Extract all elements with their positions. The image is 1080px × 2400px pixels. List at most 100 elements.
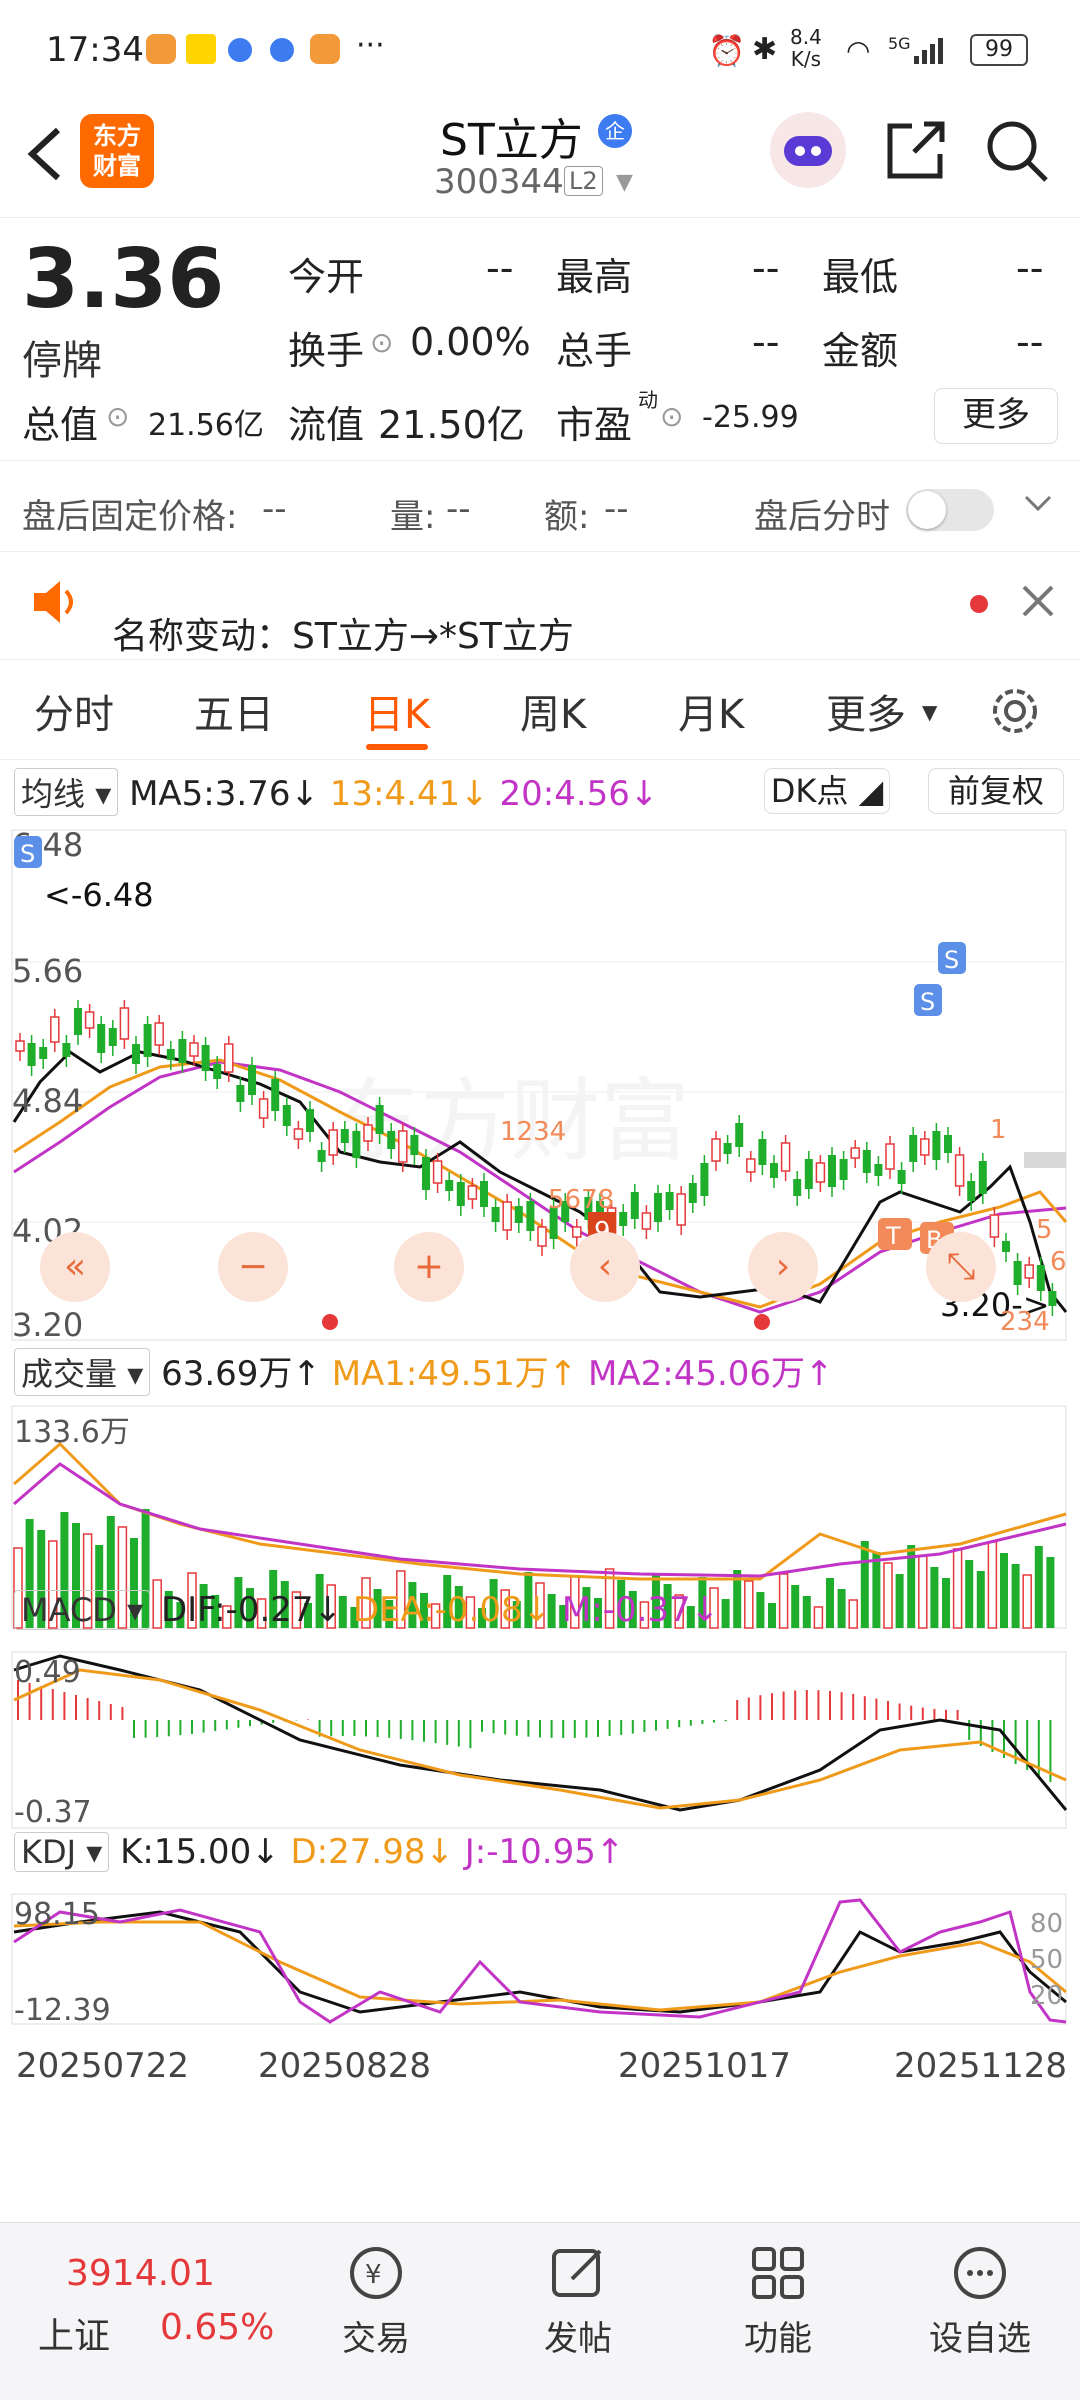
candle-body [166,1049,175,1060]
date-label: 20250722 [16,2046,190,2086]
macd-bar [51,1689,54,1720]
macd-chart[interactable]: 0.49 -0.37 [0,1650,1080,1830]
zoom-in-button[interactable]: + [394,1232,464,1302]
index-change[interactable]: 0.65% [160,2307,274,2348]
chevron-left-icon[interactable] [22,122,66,190]
dk-point-button[interactable]: DK点 ◢ [764,768,890,814]
app-logo: 东方 财富 [80,114,154,188]
fullscreen-button[interactable]: ⤡ [926,1232,996,1302]
candle-body [537,1226,547,1247]
tab-weekly-k[interactable]: 周K [520,682,586,740]
notice-text[interactable]: 名称变动：ST立方→*ST立方 [112,607,574,659]
event-dot [754,1314,770,1330]
sequence-marker: 5 [1036,1215,1053,1245]
index-value[interactable]: 3914.01 [66,2253,215,2294]
dropdown-icon[interactable]: ▼ [616,170,633,195]
candle-body [39,1047,48,1059]
candle-body [119,1007,130,1040]
macd-bar [341,1720,344,1737]
candle-body [735,1123,744,1147]
macd-bar [643,1720,646,1733]
kdj-d: D:27.98↓ [290,1832,454,1872]
candle-body [665,1192,674,1210]
share-icon[interactable] [884,118,948,186]
macd-bar [898,1703,901,1720]
info-icon[interactable]: ⊙ [370,326,393,359]
candle-body [909,1135,918,1162]
macd-bar [388,1720,391,1738]
macd-bar [794,1690,797,1720]
candle-body [293,1128,304,1140]
volume-bar [965,1560,974,1628]
more-button[interactable]: 更多 [934,388,1058,444]
volume-bar [756,1592,765,1628]
ai-assistant-icon[interactable] [770,112,846,188]
kdj-k: K:15.00↓ [120,1832,280,1872]
macd-select[interactable]: MACD ▾ [14,1590,151,1630]
zoom-out-button[interactable]: − [218,1232,288,1302]
candle-body [282,1105,291,1126]
turnover-label: 换手 [288,329,365,373]
index-name[interactable]: 上证 [38,2307,110,2359]
market-cap-value: 21.56亿 [148,408,264,443]
candle-body [978,1161,987,1194]
step-right-button[interactable]: › [748,1232,818,1302]
macd-bar [701,1720,704,1725]
close-icon[interactable] [1018,581,1058,625]
open-label: 今开 [288,255,365,299]
tab-more[interactable]: 更多 [826,682,906,740]
notice-bar[interactable]: 名称变动：ST立方→*ST立方 [0,555,1080,660]
volume-select[interactable]: 成交量 ▾ [14,1348,151,1396]
tab-daily-k[interactable]: 日K [364,682,430,740]
indicator-select[interactable]: 均线 ▾ [14,768,119,816]
tab-monthly-k[interactable]: 月K [678,682,744,740]
svg-text:¥: ¥ [365,2260,382,2290]
info-icon[interactable]: ⊙ [106,400,129,433]
kdj-select[interactable]: KDJ ▾ [14,1832,110,1872]
candle-body [271,1079,280,1111]
volume-bar [744,1580,754,1629]
scroll-left-fast-button[interactable]: « [40,1232,110,1302]
volume-bar [778,1573,789,1629]
current-price-tag [1024,1152,1066,1168]
volume-legend: 成交量 ▾ 63.69万↑ MA1:49.51万↑ MA2:45.06万↑ [14,1346,834,1396]
macd-bar [446,1720,449,1745]
info-icon[interactable]: ⊙ [660,400,683,433]
date-axis: 20250722 20250828 20251017 20251128 [0,2040,1080,2090]
tab-five-day[interactable]: 五日 [194,682,274,740]
volume-bar [942,1578,950,1628]
gear-icon[interactable] [986,682,1044,744]
pe-dynamic-mark: 动 [638,388,658,412]
macd-bar [515,1720,518,1736]
y-axis-label: 3.20 [12,1306,83,1344]
candle-body [306,1109,314,1132]
macd-bar [562,1720,565,1738]
candle-body [410,1135,419,1155]
search-icon[interactable] [984,118,1050,188]
chevron-down-icon[interactable] [1018,483,1058,527]
sequence-marker: 5678 [548,1185,614,1215]
dropdown-icon[interactable]: ▼ [922,700,937,724]
kdj-chart[interactable]: 98.15 -12.39 80 50 20 [0,1892,1080,2042]
tab-timeshare[interactable]: 分时 [34,682,114,740]
candle-body [352,1131,361,1158]
macd-bar [469,1720,472,1749]
macd-bar [249,1720,251,1727]
candle-body [641,1212,652,1230]
macd-bar [736,1700,739,1720]
candle-body [711,1138,721,1162]
level-badge[interactable]: L2 [564,166,603,196]
post-button[interactable]: 发帖 [508,2243,648,2360]
candle-body [862,1150,871,1173]
function-button[interactable]: 功能 [708,2243,848,2360]
macd-bar [144,1720,147,1738]
after-timeshare-toggle[interactable] [906,489,994,531]
trade-button[interactable]: ¥ 交易 [306,2243,446,2360]
sequence-marker: 6 [1050,1247,1067,1277]
step-left-button[interactable]: ‹ [570,1232,640,1302]
edit-icon [552,2249,602,2297]
candle-body [619,1212,628,1226]
candle-body [201,1045,210,1071]
add-watchlist-button[interactable]: 设自选 [910,2243,1050,2360]
adjust-button[interactable]: 前复权 [928,768,1064,814]
